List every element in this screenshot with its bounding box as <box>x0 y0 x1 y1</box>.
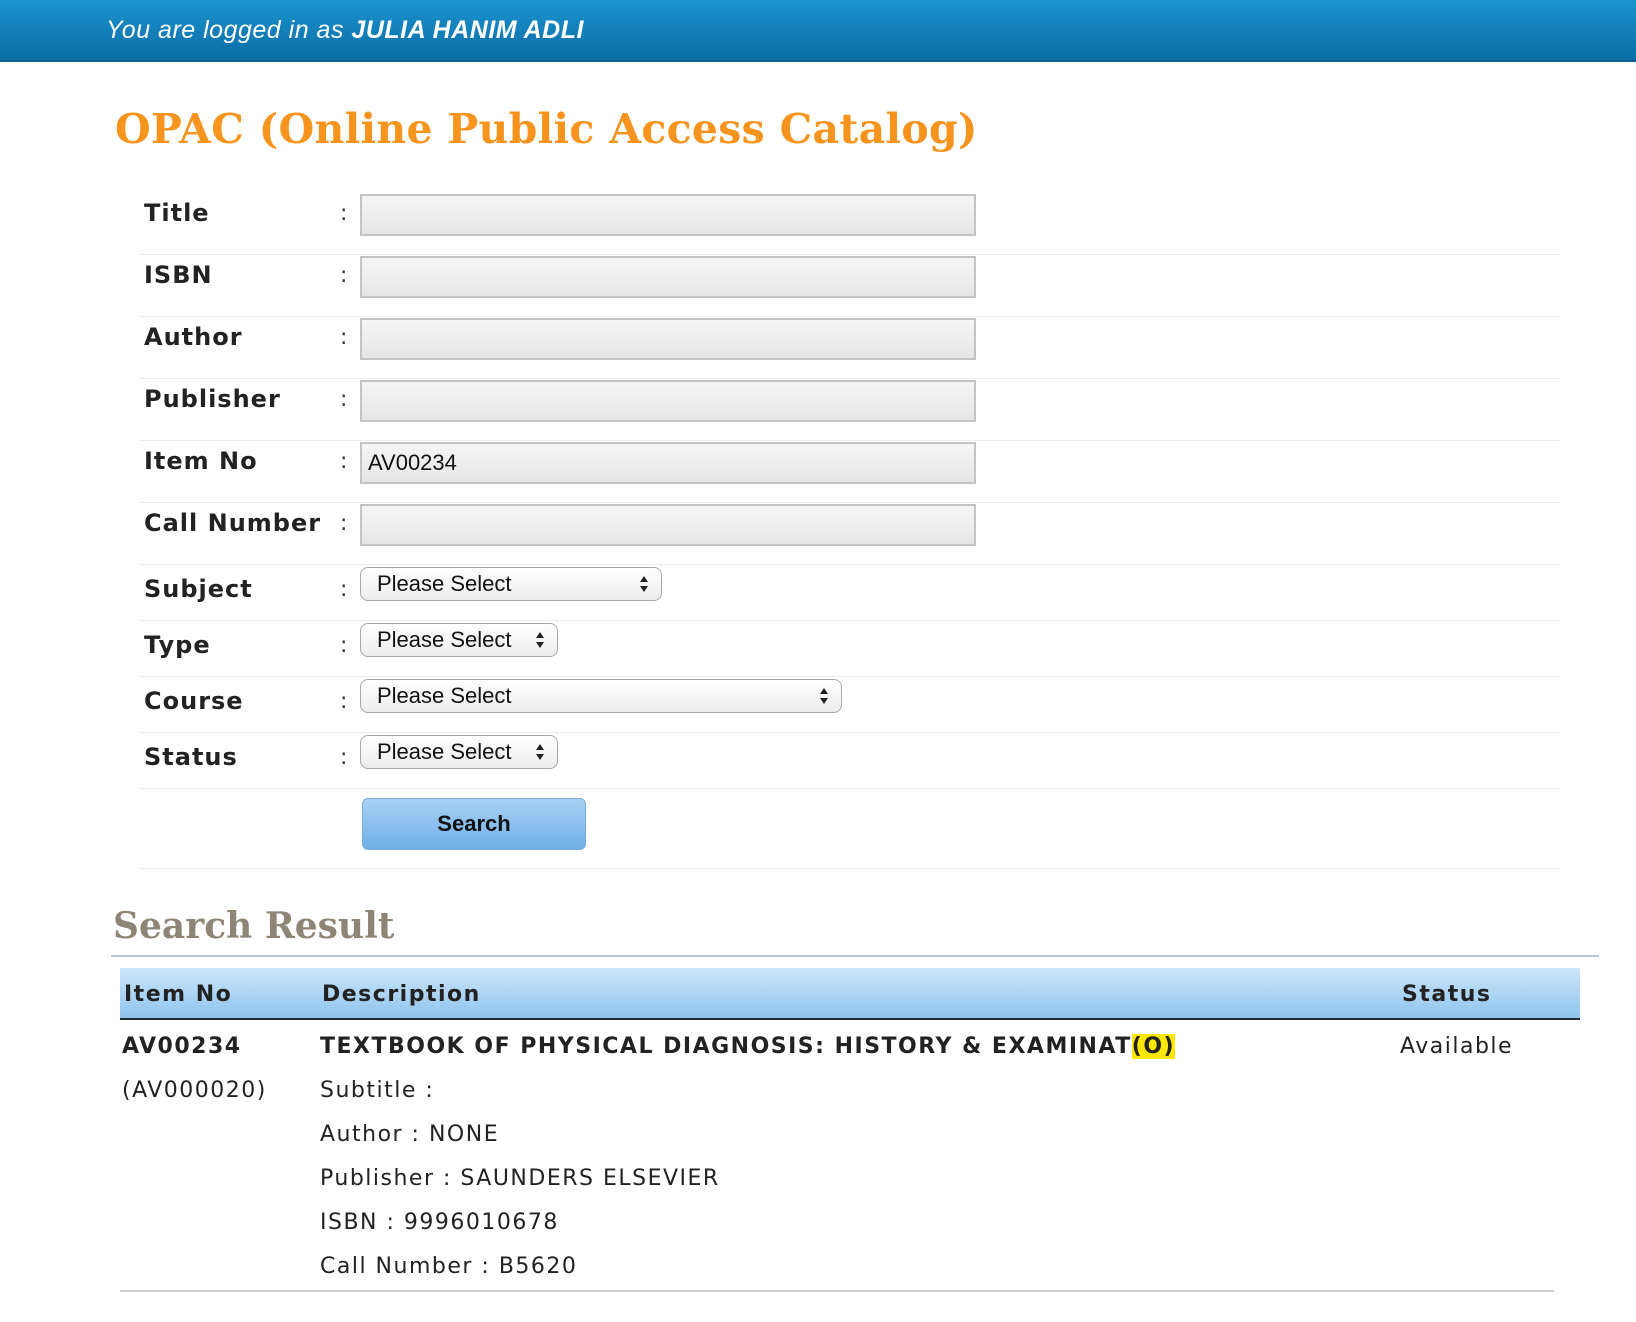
colon: : <box>340 325 348 350</box>
subject-select[interactable]: Please Select <box>360 567 662 601</box>
up-down-arrows-icon <box>536 744 544 760</box>
title-highlight: (O) <box>1131 1034 1176 1059</box>
column-header-status: Status <box>1402 982 1492 1007</box>
book-author: Author : NONE <box>320 1122 500 1147</box>
course-selected-value: Please Select <box>377 683 512 708</box>
isbn-input[interactable] <box>360 256 976 298</box>
status-cell: Available <box>1400 1034 1514 1059</box>
subject-label: Subject <box>144 575 253 603</box>
status-selected-value: Please Select <box>377 739 512 764</box>
status-select[interactable]: Please Select <box>360 735 558 769</box>
colon: : <box>340 511 348 536</box>
course-label: Course <box>144 687 244 715</box>
form-row-isbn: ISBN : <box>140 255 1560 317</box>
colon: : <box>340 689 348 714</box>
type-select[interactable]: Please Select <box>360 623 558 657</box>
form-row-subject: Subject : Please Select <box>140 565 1560 621</box>
form-row-author: Author : <box>140 317 1560 379</box>
up-down-arrows-icon <box>820 688 828 704</box>
form-row-publisher: Publisher : <box>140 379 1560 441</box>
author-label: Author <box>144 323 243 351</box>
colon: : <box>340 745 348 770</box>
book-isbn: ISBN : 9996010678 <box>320 1210 559 1235</box>
form-row-call-number: Call Number : <box>140 503 1560 565</box>
item-sub-id: (AV000020) <box>122 1078 267 1103</box>
up-down-arrows-icon <box>640 576 648 592</box>
publisher-label: Publisher <box>144 385 281 413</box>
column-header-description: Description <box>322 982 481 1007</box>
call-number-input[interactable] <box>360 504 976 546</box>
author-input[interactable] <box>360 318 976 360</box>
page-title: OPAC (Online Public Access Catalog) <box>115 105 978 153</box>
isbn-label: ISBN <box>144 261 213 289</box>
colon: : <box>340 201 348 226</box>
book-subtitle: Subtitle : <box>320 1078 435 1103</box>
colon: : <box>340 633 348 658</box>
results-table-header: Item No Description Status <box>120 968 1580 1020</box>
form-row-actions: Search <box>140 789 1560 869</box>
search-result-heading: Search Result <box>113 905 395 947</box>
up-down-arrows-icon <box>536 632 544 648</box>
form-row-course: Course : Please Select <box>140 677 1560 733</box>
title-label: Title <box>144 199 210 227</box>
book-title-text: TEXTBOOK OF PHYSICAL DIAGNOSIS: HISTORY … <box>320 1034 1132 1059</box>
search-form: Title : ISBN : Author : Publisher : Item… <box>140 193 1560 869</box>
colon: : <box>340 449 348 474</box>
login-prefix: You are logged in as <box>106 16 344 44</box>
form-row-type: Type : Please Select <box>140 621 1560 677</box>
type-label: Type <box>144 631 211 659</box>
form-row-title: Title : <box>140 193 1560 255</box>
divider <box>111 955 1599 957</box>
colon: : <box>340 577 348 602</box>
type-selected-value: Please Select <box>377 627 512 652</box>
subject-selected-value: Please Select <box>377 571 512 596</box>
column-header-item-no: Item No <box>124 982 233 1007</box>
title-input[interactable] <box>360 194 976 236</box>
status-label: Status <box>144 743 238 771</box>
book-title: TEXTBOOK OF PHYSICAL DIAGNOSIS: HISTORY … <box>320 1034 1176 1059</box>
book-call-number: Call Number : B5620 <box>320 1254 578 1279</box>
book-publisher: Publisher : SAUNDERS ELSEVIER <box>320 1166 720 1191</box>
user-name: JULIA HANIM ADLI <box>351 16 584 44</box>
course-select[interactable]: Please Select <box>360 679 842 713</box>
publisher-input[interactable] <box>360 380 976 422</box>
row-divider <box>120 1290 1554 1292</box>
top-bar: You are logged in as JULIA HANIM ADLI <box>0 0 1636 62</box>
colon: : <box>340 387 348 412</box>
colon: : <box>340 263 348 288</box>
item-no-input[interactable] <box>360 442 976 484</box>
login-status: You are logged in as JULIA HANIM ADLI <box>106 16 584 45</box>
search-button[interactable]: Search <box>362 798 586 850</box>
call-number-label: Call Number <box>144 509 322 537</box>
form-row-item-no: Item No : <box>140 441 1560 503</box>
item-no-cell[interactable]: AV00234 <box>122 1034 242 1059</box>
item-no-label: Item No <box>144 447 258 475</box>
form-row-status: Status : Please Select <box>140 733 1560 789</box>
